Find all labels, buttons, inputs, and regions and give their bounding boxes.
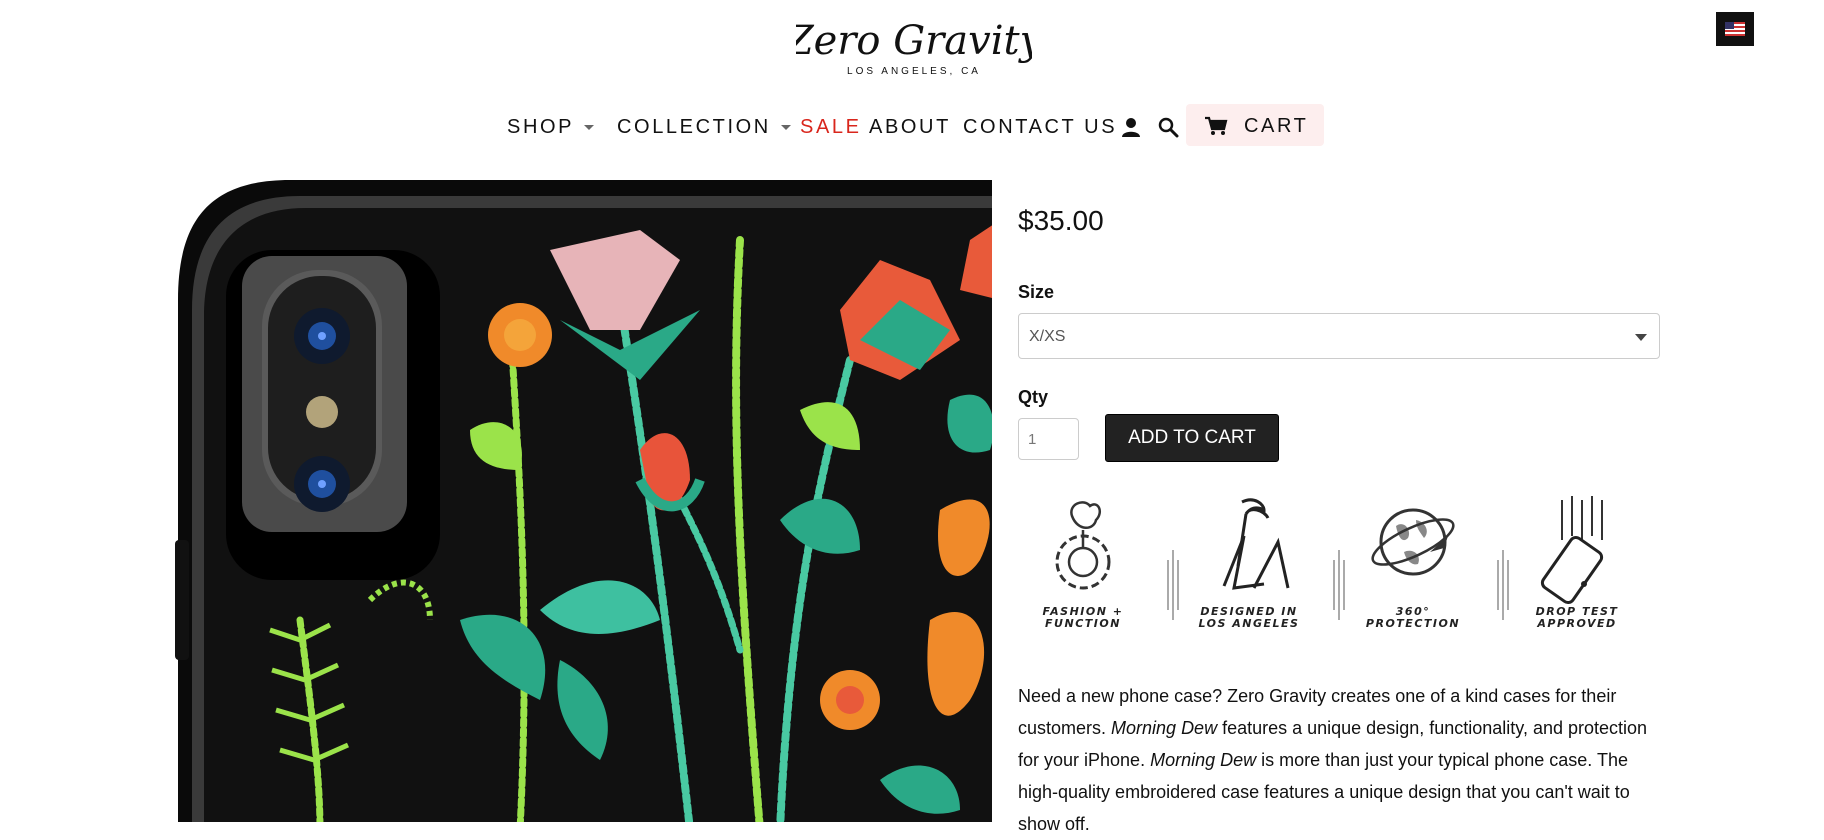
nav-shop[interactable]: SHOP [507,116,595,139]
palm-la-icon [1222,498,1290,590]
product-price: $35.00 [1018,205,1104,236]
currency-flag-button[interactable] [1716,12,1754,46]
product-description: Need a new phone case? Zero Gravity crea… [1018,680,1668,840]
divider-icon [1167,550,1179,620]
size-select-value: X/XS [1029,328,1066,345]
feature-caption-2b: LOS ANGELES [1198,617,1300,630]
nav-sale[interactable]: SALE [800,116,862,139]
nav-about[interactable]: ABOUT [869,116,951,139]
product-image[interactable] [0,180,992,822]
feature-caption-3b: PROTECTION [1365,617,1461,630]
size-label: Size [1018,282,1055,302]
add-to-cart-button[interactable]: ADD TO CART [1105,414,1279,462]
feature-badges: FASHION + FUNCTION DESIGNED IN LOS ANGEL… [1028,496,1628,656]
qty-label: Qty [1018,387,1049,407]
cart-button[interactable]: CART [1186,104,1324,146]
chevron-down-icon [584,125,595,131]
qty-input[interactable] [1018,418,1079,460]
nav-collection[interactable]: COLLECTION [617,116,791,139]
search-icon[interactable] [1157,116,1179,138]
feature-designed-in-la: DESIGNED IN LOS ANGELES [1194,496,1304,656]
feature-caption-4b: APPROVED [1537,617,1617,630]
logo-image: Zero Gravity LOS ANGELES, CA [784,18,1044,77]
cart-icon [1205,116,1228,135]
rose-gear-icon [1055,501,1111,590]
svg-text:LOS ANGELES, CA: LOS ANGELES, CA [847,66,981,77]
nav-shop-label: SHOP [507,116,575,138]
svg-text:Zero Gravity: Zero Gravity [796,18,1032,64]
account-icon[interactable] [1120,116,1142,138]
nav-contact[interactable]: CONTACT US [963,116,1117,139]
main-nav: SHOP COLLECTION SALE ABOUT CONTACT US CA… [0,104,1824,148]
size-select[interactable]: X/XS [1018,313,1660,359]
divider-icon [1333,550,1345,620]
globe-icon [1371,508,1455,576]
chevron-down-icon [1635,334,1647,341]
divider-icon [1497,550,1509,620]
us-flag-icon [1725,22,1745,36]
feature-360-protection: 360° PROTECTION [1358,496,1468,656]
nav-collection-label: COLLECTION [617,116,771,138]
embroidered-phone-case-image [175,180,992,822]
description-product-name: Morning Dew [1150,750,1257,770]
cart-label: CART [1244,115,1309,137]
feature-drop-test: DROP TEST APPROVED [1522,496,1632,656]
brand-logo[interactable]: Zero Gravity LOS ANGELES, CA [784,14,1044,80]
chevron-down-icon [780,125,791,131]
feature-caption-1b: FUNCTION [1045,617,1121,630]
phone-drop-icon [1540,496,1604,605]
feature-fashion-function: FASHION + FUNCTION [1028,496,1138,656]
description-product-name: Morning Dew [1111,718,1218,738]
